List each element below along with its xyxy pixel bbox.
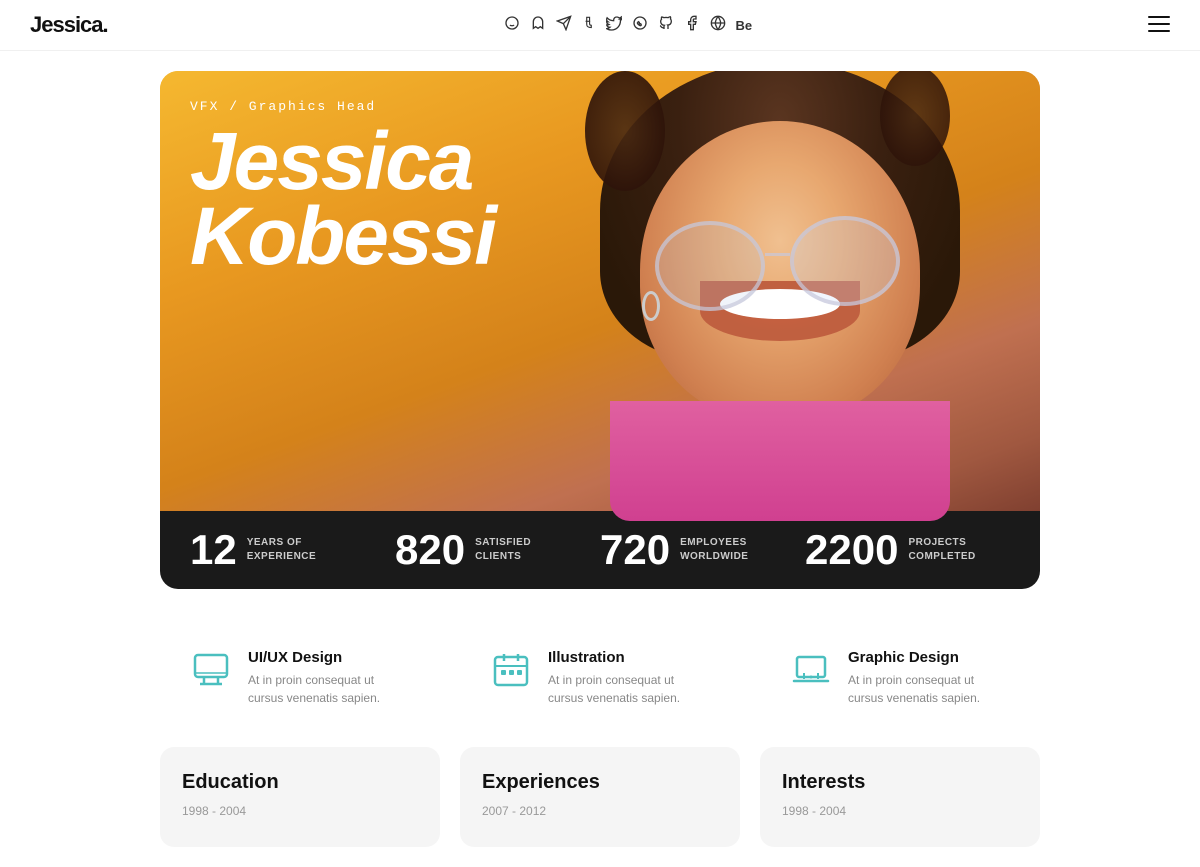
monitor-icon bbox=[190, 649, 232, 691]
logo: Jessica. bbox=[30, 12, 108, 38]
github-icon[interactable] bbox=[658, 15, 674, 36]
stat-experience: 12 YEARS OF EXPERIENCE bbox=[190, 529, 395, 571]
behance-icon[interactable]: Be bbox=[736, 18, 753, 33]
ghost-icon[interactable] bbox=[530, 15, 546, 36]
stat-employees: 720 EMPLOYEES WORLDWIDE bbox=[600, 529, 805, 571]
skill-uiux-text: UI/UX Design At in proin consequat ut cu… bbox=[248, 649, 410, 707]
card-interests: Interests 1998 - 2004 bbox=[760, 747, 1040, 847]
skill-graphic: Graphic Design At in proin consequat ut … bbox=[790, 649, 1010, 707]
tumblr-icon[interactable] bbox=[582, 15, 596, 36]
hero-section: VFX / Graphics Head Jessica Kobessi 12 Y… bbox=[160, 71, 1040, 589]
card-education: Education 1998 - 2004 bbox=[160, 747, 440, 847]
hamburger-menu[interactable] bbox=[1148, 12, 1170, 38]
skill-graphic-text: Graphic Design At in proin consequat ut … bbox=[848, 649, 1010, 707]
skill-illustration: Illustration At in proin consequat ut cu… bbox=[490, 649, 710, 707]
skill-uiux: UI/UX Design At in proin consequat ut cu… bbox=[190, 649, 410, 707]
twitter-icon[interactable] bbox=[606, 15, 622, 36]
skills-section: UI/UX Design At in proin consequat ut cu… bbox=[160, 609, 1040, 737]
cards-section: Education 1998 - 2004 Experiences 2007 -… bbox=[160, 737, 1040, 867]
whatsapp-icon[interactable] bbox=[632, 15, 648, 36]
hero-name: Jessica Kobessi bbox=[190, 124, 495, 275]
card-experiences: Experiences 2007 - 2012 bbox=[460, 747, 740, 847]
dribbble-icon[interactable] bbox=[710, 15, 726, 36]
stats-bar: 12 YEARS OF EXPERIENCE 820 SATISFIED CLI… bbox=[160, 511, 1040, 589]
facebook-icon[interactable] bbox=[684, 15, 700, 36]
hero-image: VFX / Graphics Head Jessica Kobessi bbox=[160, 71, 1040, 511]
hero-text-block: VFX / Graphics Head Jessica Kobessi bbox=[190, 99, 495, 275]
skill-illustration-text: Illustration At in proin consequat ut cu… bbox=[548, 649, 710, 707]
calendar-icon bbox=[490, 649, 532, 691]
social-icons-bar: Be bbox=[504, 15, 753, 36]
laptop-icon bbox=[790, 649, 832, 691]
snapchat-icon[interactable] bbox=[504, 15, 520, 36]
telegram-icon[interactable] bbox=[556, 15, 572, 36]
stat-clients: 820 SATISFIED CLIENTS bbox=[395, 529, 600, 571]
stat-projects: 2200 PROJECTS COMPLETED bbox=[805, 529, 1010, 571]
hero-subtitle: VFX / Graphics Head bbox=[190, 99, 495, 114]
